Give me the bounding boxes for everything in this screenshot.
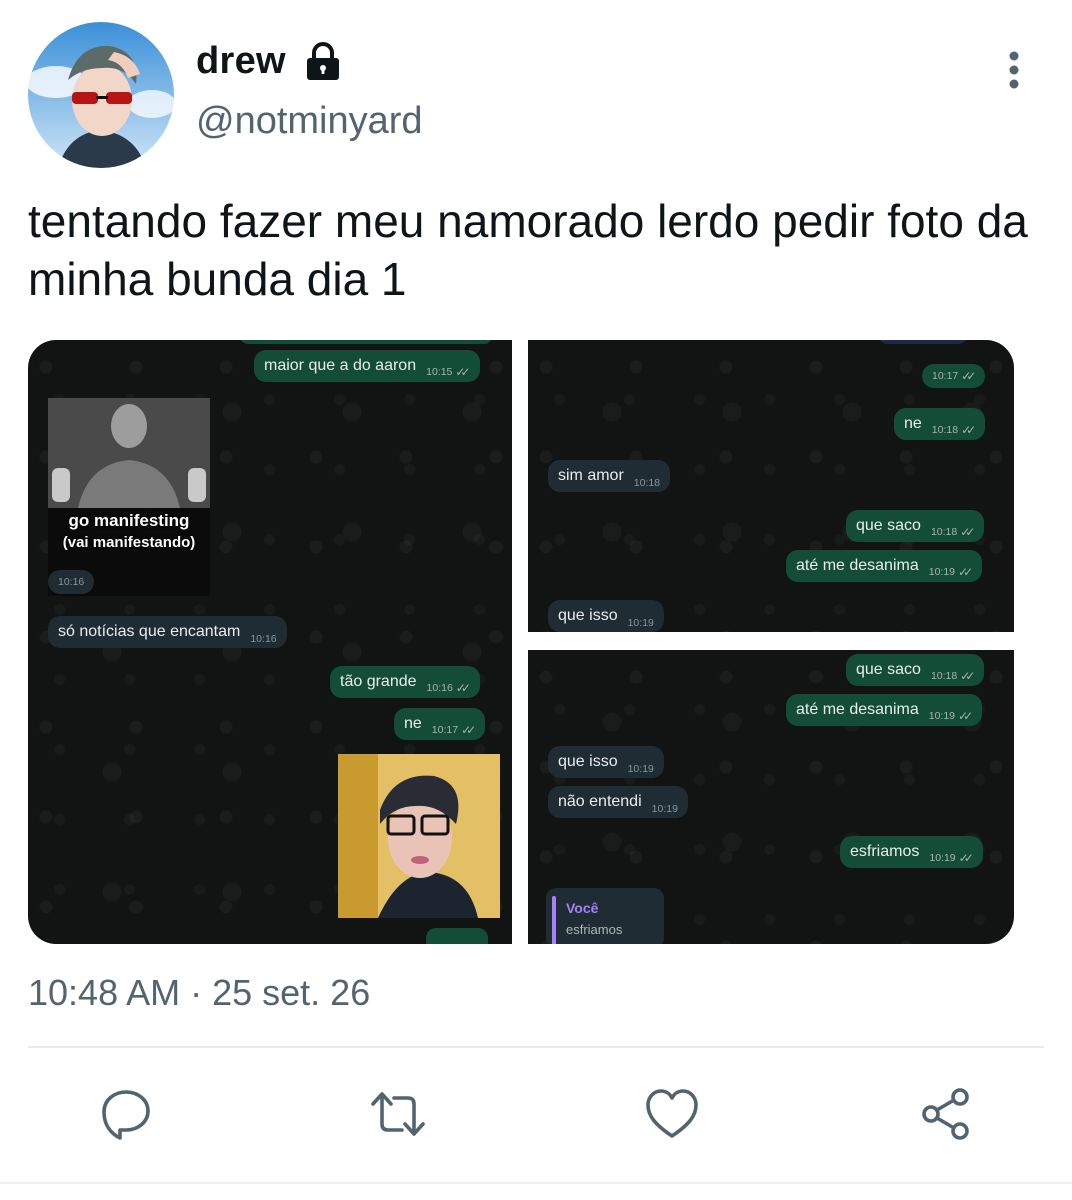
display-name[interactable]: drew <box>196 40 286 83</box>
message-bubble: que isso 10:19 <box>548 746 664 778</box>
message-time: 10:16 <box>426 682 453 694</box>
message-text: sim amor <box>558 467 624 484</box>
reply-quote: Você esfriamos <box>546 888 664 944</box>
message-bubble: até me desanima 10:19 ✓✓ <box>786 694 983 726</box>
read-ticks-icon: ✓✓ <box>958 851 974 865</box>
message-text: tão grande <box>340 673 417 690</box>
avatar-image <box>28 22 174 168</box>
message-time: 10:16 <box>250 633 277 645</box>
reply-author: Você <box>566 900 599 916</box>
chat-screenshot-right-top[interactable]: 10:17 ✓✓ ne 10:18 ✓✓ sim amor 10:18 que sa… <box>528 340 1014 632</box>
name-row: drew <box>196 40 342 83</box>
avatar[interactable] <box>28 22 174 168</box>
share-icon[interactable] <box>918 1086 974 1142</box>
divider <box>28 1046 1044 1048</box>
message-time: 10:19 <box>928 710 956 722</box>
read-ticks-icon: ✓✓ <box>958 709 973 723</box>
tweet-text: tentando fazer meu namorado lerdo pedir … <box>28 195 1028 305</box>
read-ticks-icon: ✓✓ <box>961 369 976 383</box>
more-options-icon[interactable] <box>1000 48 1028 92</box>
heart-icon[interactable] <box>644 1086 700 1142</box>
message-bubble: 10:16 <box>48 570 95 594</box>
message-bubble: até me desanima 10:19 ✓✓ <box>786 550 983 582</box>
tweet-timestamp[interactable]: 10:48 AM · 25 set. 26 <box>28 972 370 1014</box>
selfie-photo <box>338 754 500 918</box>
message-text: ne <box>404 715 422 732</box>
chat-screenshot-left[interactable]: maior que a do aaron 10:15 ✓✓ go manifest… <box>28 340 512 944</box>
message-text: até me desanima <box>796 557 919 574</box>
message-text: esfriamos <box>850 843 920 860</box>
message-time: 10:19 <box>929 852 956 864</box>
cut-off-bubble <box>426 928 488 944</box>
message-time: 10:18 <box>930 526 958 538</box>
cut-off-bubble <box>240 340 492 344</box>
message-text: que saco <box>856 661 921 678</box>
message-bubble: ne 10:18 ✓✓ <box>894 408 986 440</box>
message-text: ne <box>904 415 922 432</box>
message-time: 10:19 <box>627 763 654 775</box>
meme-image: go manifesting (vai manifestando) <box>48 398 210 596</box>
read-ticks-icon: ✓✓ <box>461 723 476 737</box>
read-ticks-icon: ✓✓ <box>960 669 975 683</box>
message-bubble: 10:17 ✓✓ <box>922 364 986 388</box>
cut-off-image <box>878 340 968 344</box>
message-bubble: que saco 10:18 ✓✓ <box>846 654 985 686</box>
read-ticks-icon: ✓✓ <box>455 681 471 695</box>
message-bubble: maior que a do aaron 10:15 ✓✓ <box>254 350 480 382</box>
message-text: não entendi <box>558 793 642 810</box>
message-text: só notícias que encantam <box>58 623 241 640</box>
message-time: 10:18 <box>633 477 661 489</box>
read-ticks-icon: ✓✓ <box>960 525 975 539</box>
divider <box>0 1182 1072 1184</box>
message-bubble: só notícias que encantam 10:16 <box>48 616 287 648</box>
message-time: 10:16 <box>58 576 85 588</box>
message-bubble: esfriamos 10:19 ✓✓ <box>840 836 983 868</box>
handle[interactable]: @notminyard <box>196 100 423 143</box>
message-time: 10:18 <box>930 670 958 682</box>
message-text: até me desanima <box>796 701 919 718</box>
meme-caption: go manifesting <box>68 511 190 530</box>
message-time: 10:19 <box>627 617 654 629</box>
message-time: 10:17 <box>932 370 959 382</box>
message-time: 10:18 <box>931 424 959 436</box>
message-text: maior que a do aaron <box>264 357 417 374</box>
message-bubble: que isso 10:19 <box>548 600 664 632</box>
message-text: que saco <box>856 517 921 534</box>
reply-accent-bar <box>552 896 556 944</box>
message-time: 10:19 <box>651 803 678 815</box>
reply-text: esfriamos <box>566 922 623 937</box>
message-text: que isso <box>558 753 618 770</box>
read-ticks-icon: ✓✓ <box>961 423 976 437</box>
message-time: 10:17 <box>431 724 459 736</box>
chat-screenshot-right-bottom[interactable]: que saco 10:18 ✓✓ até me desanima 10:19 ✓✓… <box>528 650 1014 944</box>
media-grid[interactable]: maior que a do aaron 10:15 ✓✓ go manifest… <box>28 340 1014 944</box>
selfie-image <box>338 754 500 918</box>
meme-photo <box>48 398 210 596</box>
message-text: que isso <box>558 607 618 624</box>
message-bubble: que saco 10:18 ✓✓ <box>846 510 985 542</box>
message-time: 10:15 <box>426 366 453 378</box>
message-bubble: não entendi 10:19 <box>548 786 688 818</box>
retweet-icon[interactable] <box>370 1086 426 1142</box>
message-time: 10:19 <box>928 566 956 578</box>
reply-icon[interactable] <box>98 1086 154 1142</box>
message-bubble: tão grande 10:16 ✓✓ <box>330 666 480 698</box>
lock-icon <box>306 41 339 80</box>
message-bubble: sim amor 10:18 <box>548 460 671 492</box>
meme-caption-translation: (vai manifestando) <box>62 534 196 551</box>
read-ticks-icon: ✓✓ <box>455 365 470 379</box>
message-bubble: ne 10:17 ✓✓ <box>394 708 486 740</box>
read-ticks-icon: ✓✓ <box>958 565 973 579</box>
